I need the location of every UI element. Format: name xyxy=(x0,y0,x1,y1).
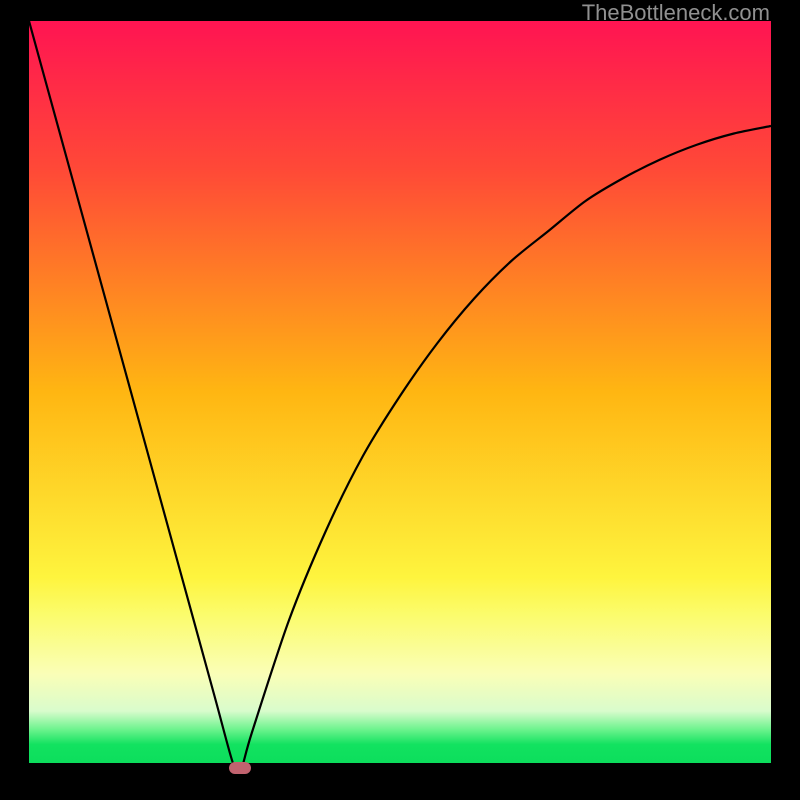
minimum-marker xyxy=(229,762,251,774)
bottleneck-curve xyxy=(29,21,771,771)
watermark-text: TheBottleneck.com xyxy=(582,0,770,26)
chart-area xyxy=(29,21,771,771)
